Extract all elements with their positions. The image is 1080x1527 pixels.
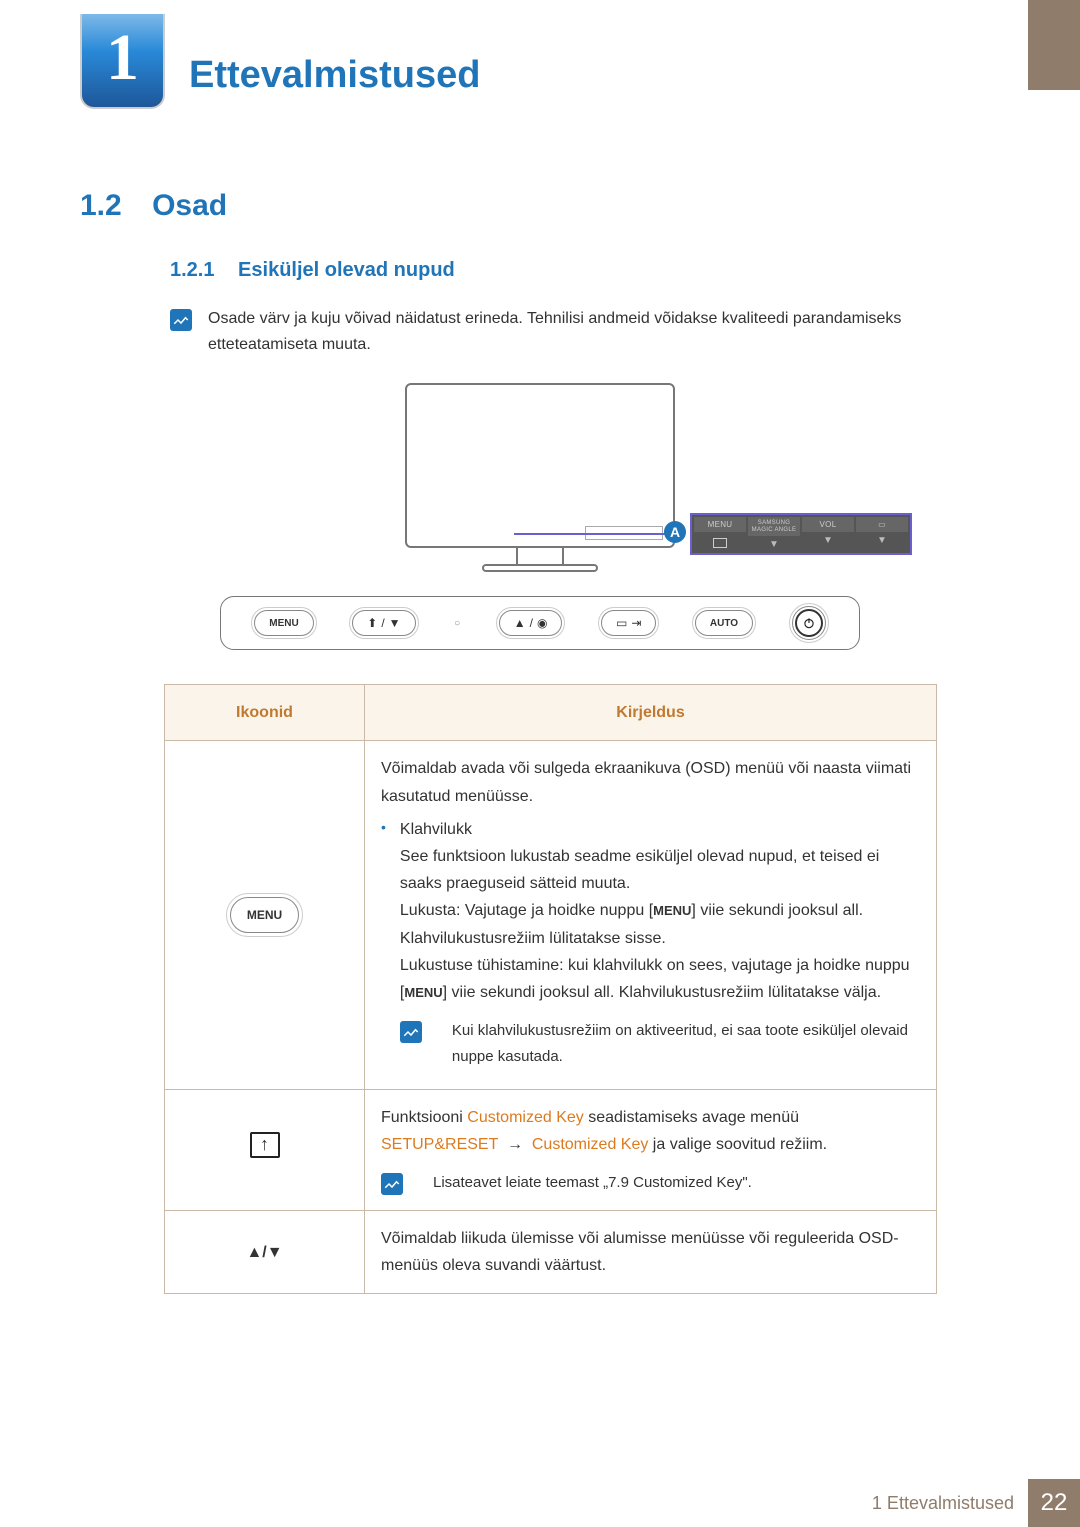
chevron-down-icon: ▼ [802, 532, 854, 546]
section-heading: 1.2 Osad [0, 109, 1080, 223]
chevron-down-icon [694, 532, 746, 551]
table-row: Funktsiooni Customized Key seadistamisek… [165, 1090, 937, 1211]
subsection-number: 1.2.1 [170, 259, 214, 281]
desc-cell-custom-key: Funktsiooni Customized Key seadistamisek… [365, 1090, 937, 1211]
subsection-heading: 1.2.1 Esiküljel olevad nupud [0, 223, 1080, 282]
note-icon [400, 1021, 422, 1043]
power-button [792, 606, 826, 640]
subsection-title: Esiküljel olevad nupud [238, 259, 455, 281]
custom-key-line1: Funktsiooni Customized Key seadistamisek… [381, 1104, 920, 1131]
custom-key-note: Lisateavet leiate teemast „7.9 Customize… [433, 1170, 920, 1196]
callout-line [514, 533, 674, 535]
decorative-side-bar [1028, 0, 1080, 90]
menu-button-label: MENU [269, 618, 298, 629]
menu-desc-p4: Lukustuse tühistamine: kui klahvilukk on… [400, 952, 920, 1006]
monitor-stand [516, 548, 564, 564]
section-number: 1.2 [80, 189, 122, 222]
monitor-base [482, 564, 598, 572]
arrow-right-icon: → [507, 1136, 523, 1153]
menu-button: MENU [254, 610, 313, 636]
monitor-diagram: A MENU SAMSUNGMAGIC ANGLE ▼ VOL ▼ ▭ ▼ ME… [220, 383, 860, 650]
auto-button-label: AUTO [710, 618, 738, 629]
separator-dot: ○ [454, 618, 460, 629]
menu-desc-p2: See funktsioon lukustab seadme esiküljel… [400, 843, 920, 897]
menu-desc-p1: Võimaldab avada või sulgeda ekraanikuva … [381, 755, 920, 809]
customized-key-label: Customized Key [467, 1109, 584, 1126]
zoom-label-brandmagic: SAMSUNGMAGIC ANGLE [748, 517, 800, 536]
desc-cell-menu: Võimaldab avada või sulgeda ekraanikuva … [365, 741, 937, 1090]
footer-chapter-label: 1 Ettevalmistused [872, 1493, 1028, 1514]
zoom-cell-magic: SAMSUNGMAGIC ANGLE ▼ [748, 517, 800, 551]
inline-menu-label: MENU [404, 985, 442, 1000]
chevron-down-icon: ▼ [748, 536, 800, 550]
col-header-description: Kirjeldus [365, 685, 937, 741]
bullet-label-lock: Klahvilukk [400, 816, 920, 843]
intro-note-text: Osade värv ja kuju võivad näidatust erin… [208, 306, 950, 357]
monitor-outline [405, 383, 675, 548]
source-icon: ▭ [856, 517, 908, 532]
setup-reset-label: SETUP&RESET [381, 1136, 498, 1153]
front-buttons-row: MENU ⬆/▼ ○ ▲/◉ ▭⇥ AUTO [220, 596, 860, 650]
icon-cell-menu: MENU [165, 741, 365, 1090]
zoom-cell-source: ▭ ▼ [856, 517, 908, 551]
zoom-cell-vol: VOL ▼ [802, 517, 854, 551]
intro-note: Osade värv ja kuju võivad näidatust erin… [0, 282, 1080, 357]
icon-cell-custom-key [165, 1090, 365, 1211]
chapter-number: 1 [106, 20, 139, 96]
custom-down-button: ⬆/▼ [352, 610, 415, 636]
source-button: ▭⇥ [601, 610, 656, 636]
auto-button: AUTO [695, 610, 753, 636]
menu-desc-p3: Lukusta: Vajutage ja hoidke nuppu [MENU]… [400, 897, 920, 951]
table-row: MENU Võimaldab avada või sulgeda ekraani… [165, 741, 937, 1090]
custom-key-icon: ⬆ [367, 616, 377, 630]
zoom-label-menu: MENU [694, 517, 746, 532]
customized-key-label: Customized Key [532, 1136, 649, 1153]
custom-key-line2: SETUP&RESET → Customized Key ja valige s… [381, 1131, 920, 1158]
inline-menu-label: MENU [653, 903, 691, 918]
up-down-arrow-icon: ▲/▼ [246, 1244, 282, 1261]
section-title: Osad [152, 189, 227, 222]
table-row: ▲/▼ Võimaldab liikuda ülemisse või alumi… [165, 1210, 937, 1293]
zoom-label-vol: VOL [802, 517, 854, 532]
col-header-icons: Ikoonid [165, 685, 365, 741]
page-footer: 1 Ettevalmistused 22 [0, 1479, 1080, 1527]
buttons-description-table: Ikoonid Kirjeldus MENU Võimaldab avada v… [164, 684, 937, 1294]
down-arrow-icon: ▼ [389, 616, 401, 630]
menu-button-icon: MENU [230, 897, 299, 933]
rect-icon: ▭ [616, 616, 627, 630]
note-icon [170, 309, 192, 331]
footer-page-number: 22 [1028, 1479, 1080, 1527]
chapter-title: Ettevalmistused [189, 54, 480, 97]
desc-cell-updown: Võimaldab liikuda ülemisse või alumisse … [365, 1210, 937, 1293]
bullet-icon: • [381, 816, 386, 1069]
zoom-panel: MENU SAMSUNGMAGIC ANGLE ▼ VOL ▼ ▭ ▼ [690, 513, 912, 555]
chapter-number-badge: 1 [80, 14, 165, 109]
power-icon [795, 609, 823, 637]
chapter-header: 1 Ettevalmistused [0, 0, 1080, 109]
enter-icon: ◉ [537, 616, 547, 630]
up-arrow-icon: ▲ [514, 616, 526, 630]
icon-cell-updown: ▲/▼ [165, 1210, 365, 1293]
menu-lock-note: Kui klahvilukustusrežiim on aktiveeritud… [452, 1018, 920, 1069]
chevron-down-icon: ▼ [856, 532, 908, 546]
zoom-cell-menu: MENU [694, 517, 746, 551]
custom-key-up-icon [250, 1132, 280, 1158]
up-enter-button: ▲/◉ [499, 610, 563, 636]
note-icon [381, 1173, 403, 1195]
arrow-right-icon: ⇥ [631, 616, 641, 630]
